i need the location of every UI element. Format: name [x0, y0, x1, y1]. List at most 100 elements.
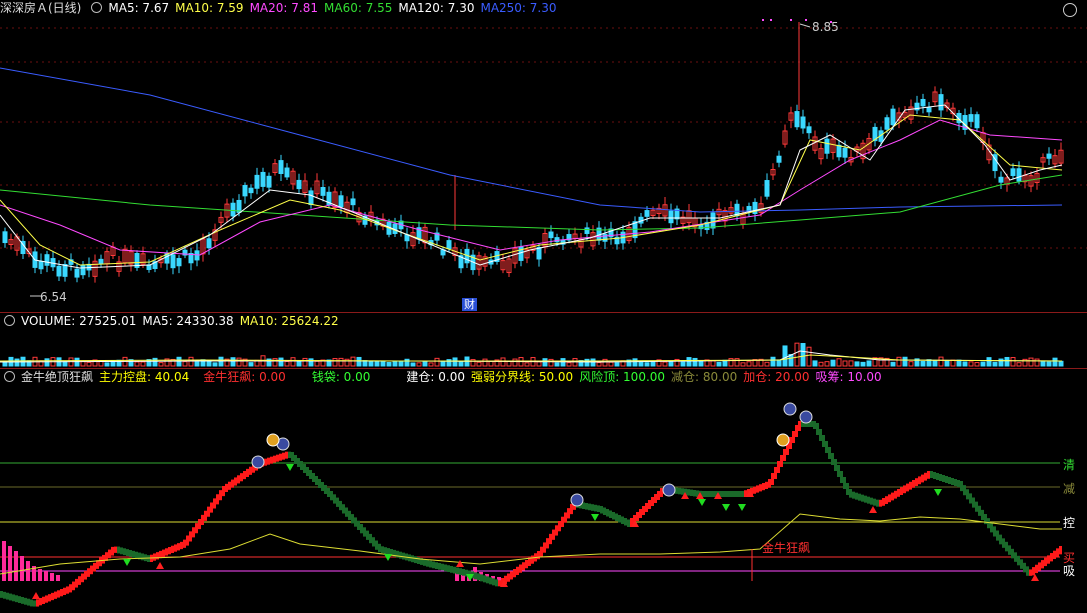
gear-icon[interactable]: [4, 315, 15, 326]
volume-bar: [980, 361, 986, 367]
gear-icon[interactable]: [4, 371, 15, 382]
ribbon-segment: [543, 542, 546, 553]
ribbon-segment: [24, 597, 27, 605]
gear-icon[interactable]: [91, 2, 103, 13]
low-price-label: 6.54: [40, 290, 67, 304]
volume-bar: [482, 358, 488, 367]
ribbon-segment: [381, 546, 384, 554]
ribbon-segment: [384, 547, 387, 555]
high-price-label: 8.85: [812, 20, 839, 34]
ribbon-segment: [912, 480, 915, 488]
ribbon-segment: [72, 581, 75, 591]
ribbon-segment: [141, 553, 144, 561]
volume-label: VOLUME: 27525.01: [21, 314, 137, 328]
candle-body: [824, 138, 830, 154]
volume-bar: [776, 359, 782, 367]
indicator-canvas: [0, 402, 1062, 607]
volume-bar: [452, 357, 458, 367]
indicator-pane[interactable]: 金牛绝顶狂飙 主力控盘: 40.04 金牛狂飙: 0.00 钱袋: 0.00 建仓: 0…: [0, 369, 1087, 613]
ribbon-segment: [855, 492, 858, 500]
candle-body: [254, 174, 260, 189]
indicator-add: 加仓: 20.00: [743, 370, 810, 384]
volume-bar: [806, 346, 812, 367]
ribbon-segment: [90, 565, 93, 575]
ribbon-segment: [375, 540, 378, 550]
candle-body: [176, 258, 182, 267]
ma5-label: MA5: 7.67: [108, 1, 170, 15]
ribbon-segment: [735, 491, 738, 497]
volume-pane[interactable]: VOLUME: 27525.01 MA5: 24330.38 MA10: 25624…: [0, 313, 1087, 368]
level-label-absorb: 吸: [1062, 564, 1075, 578]
ribbon-segment: [570, 503, 573, 515]
candle-body: [968, 114, 974, 122]
ribbon-segment: [897, 489, 900, 497]
indicator-purse: 钱袋: 0.00: [311, 370, 371, 384]
volume-bar: [158, 362, 164, 367]
ribbon-segment: [642, 506, 645, 515]
ribbon-segment: [102, 554, 105, 564]
ribbon-segment: [840, 471, 843, 483]
ribbon-segment: [1059, 546, 1062, 555]
volume-bar: [194, 361, 200, 367]
candle-body: [806, 126, 812, 134]
ribbon-segment: [60, 589, 63, 597]
surge-annotation: 金牛狂飙: [762, 541, 811, 555]
price-chart-header: 深深房Ａ(日线) MA5: 7.67 MA10: 7.59 MA20: 7.81 MA6…: [0, 0, 563, 16]
volume-ma10-label: MA10: 25624.22: [239, 314, 339, 328]
ribbon-segment: [180, 541, 183, 550]
volume-bar: [1004, 356, 1010, 367]
ribbon-segment: [627, 519, 630, 527]
ribbon-segment: [945, 476, 948, 483]
volume-bar: [860, 361, 866, 367]
volume-bar: [566, 362, 572, 367]
ribbon-segment: [1038, 562, 1041, 571]
ribbon-segment: [42, 596, 45, 604]
ribbon-segment: [6, 592, 9, 600]
volume-bar: [536, 361, 542, 367]
ribbon-segment: [174, 544, 177, 552]
ribbon-segment: [828, 447, 831, 459]
volume-bar: [812, 360, 818, 367]
candle-body: [602, 233, 608, 242]
ribbon-segment: [876, 499, 879, 507]
ribbon-segment: [186, 535, 189, 546]
ribbon-segment: [132, 550, 135, 558]
ribbon-segment: [315, 476, 318, 485]
candle-body: [74, 268, 80, 278]
ribbon-segment: [123, 548, 126, 556]
absorb-bar: [2, 541, 6, 581]
ribbon-segment: [864, 495, 867, 503]
price-chart-canvas: [0, 19, 1087, 297]
ribbon-segment: [654, 494, 657, 503]
ribbon-segment: [417, 557, 420, 564]
indicator-divide: 强弱分界线: 50.00: [470, 370, 574, 384]
ribbon-segment: [54, 591, 57, 599]
volume-bar: [296, 361, 302, 367]
ribbon-segment: [231, 479, 234, 488]
price-chart-pane[interactable]: 深深房Ａ(日线) MA5: 7.67 MA10: 7.59 MA20: 7.81 MA6…: [0, 0, 1087, 312]
ribbon-segment: [1032, 567, 1035, 576]
ribbon-segment: [615, 513, 618, 521]
ribbon-segment: [603, 507, 606, 515]
ribbon-segment: [357, 520, 360, 530]
volume-bar: [512, 358, 518, 367]
ribbon-segment: [906, 483, 909, 492]
volume-bar: [398, 360, 404, 367]
ribbon-segment: [426, 559, 429, 567]
candle-body: [644, 210, 650, 217]
absorb-bar: [44, 571, 48, 581]
ribbon-segment: [195, 523, 198, 534]
ribbon-segment: [486, 576, 489, 584]
volume-bar: [902, 356, 908, 367]
signal-dot: [762, 19, 764, 21]
ribbon-segment: [975, 501, 978, 512]
signal-badge-icon: [799, 410, 813, 424]
ribbon-segment: [339, 500, 342, 511]
volume-bar: [404, 358, 410, 367]
finance-badge[interactable]: 财: [462, 298, 477, 311]
ribbon-segment: [399, 551, 402, 559]
absorb-bar: [56, 575, 60, 581]
ribbon-segment: [453, 566, 456, 574]
volume-bar: [830, 359, 836, 367]
ribbon-segment: [93, 562, 96, 572]
